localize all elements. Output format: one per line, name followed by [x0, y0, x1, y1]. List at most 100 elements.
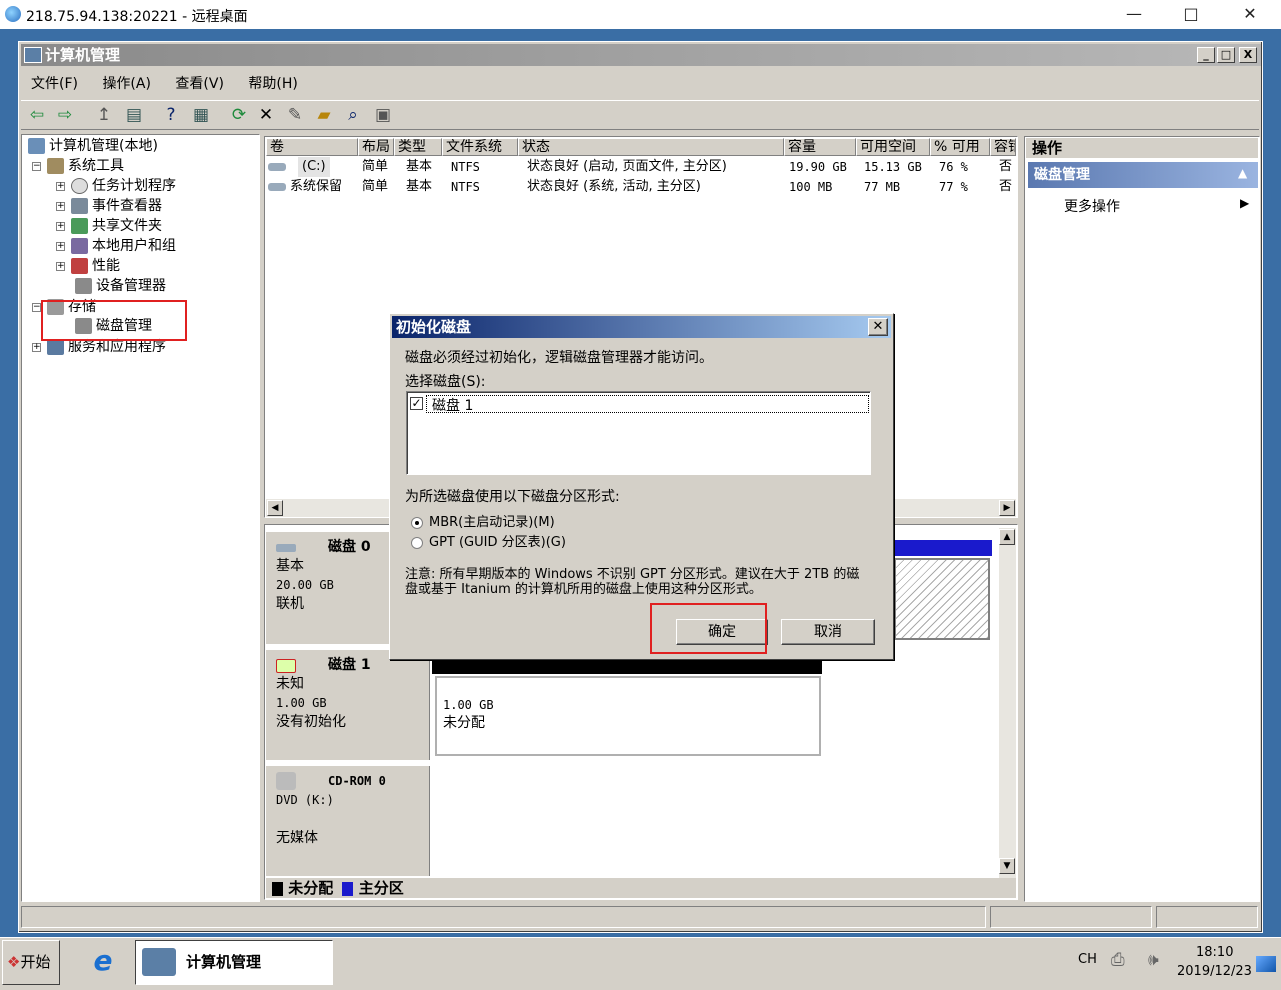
cdrom-status: 无媒体 [276, 830, 318, 846]
scroll-right-icon[interactable]: ▶ [999, 500, 1015, 516]
scroll-left-icon[interactable]: ◀ [267, 500, 283, 516]
cancel-button[interactable]: 取消 [781, 619, 875, 645]
language-indicator[interactable]: CH [1078, 952, 1097, 967]
cdrom-label[interactable]: CD-ROM 0 DVD (K:) 无媒体 [266, 766, 430, 876]
col-status[interactable]: 状态 [518, 138, 784, 156]
disk1-partition[interactable]: 1.00 GB 未分配 [435, 676, 821, 756]
tree-root[interactable]: 计算机管理(本地) [28, 136, 158, 156]
menu-help[interactable]: 帮助(H) [238, 72, 307, 96]
cell-layout: 简单 [362, 179, 389, 194]
export-icon[interactable]: ▣ [372, 104, 394, 126]
event-viewer-icon [71, 198, 88, 214]
cell-fault: 否 [999, 159, 1013, 174]
dialog-close-button[interactable]: ✕ [868, 318, 888, 336]
status-bar-main [21, 906, 986, 928]
dialog-message: 磁盘必须经过初始化，逻辑磁盘管理器才能访问。 [405, 350, 713, 366]
dialog-note: 注意: 所有早期版本的 Windows 不识别 GPT 分区形式。建议在大于 2… [405, 567, 860, 597]
scroll-down-icon[interactable]: ▼ [999, 858, 1015, 874]
tree-shared-folders[interactable]: + 共享文件夹 [56, 216, 162, 236]
help-icon[interactable]: ? [160, 104, 182, 126]
volume-icon [268, 163, 286, 171]
show-tree-icon[interactable]: ▤ [123, 104, 145, 126]
tree-performance[interactable]: + 性能 [56, 256, 120, 276]
tree-local-users[interactable]: + 本地用户和组 [56, 236, 176, 256]
col-filesystem[interactable]: 文件系统 [442, 138, 518, 156]
col-percent-free[interactable]: % 可用 [930, 138, 990, 156]
properties-icon[interactable]: ▦ [190, 104, 212, 126]
expand-icon[interactable]: + [56, 201, 65, 211]
maximize-button[interactable]: □ [1217, 47, 1235, 63]
more-actions[interactable]: 更多操作 [1064, 196, 1120, 216]
remote-maximize-button[interactable]: □ [1177, 4, 1205, 24]
disk1-checkbox[interactable]: ✓ [410, 397, 423, 410]
radio-icon[interactable] [411, 536, 423, 549]
tree-event-viewer[interactable]: + 事件查看器 [56, 196, 162, 216]
minimize-button[interactable]: _ [1197, 47, 1215, 63]
col-fault-tolerance[interactable]: 容错 [990, 138, 1016, 156]
cell-volume[interactable]: (C:) [298, 157, 330, 177]
users-icon [71, 238, 88, 254]
disk0-partition[interactable] [894, 558, 990, 640]
expand-icon[interactable]: + [56, 181, 65, 191]
expand-icon[interactable]: + [32, 342, 41, 352]
cell-status: 状态良好 (系统, 活动, 主分区) [527, 179, 701, 194]
disk1-label[interactable]: 磁盘 1 未知 1.00 GB 没有初始化 [266, 650, 430, 760]
cell-volume[interactable]: 系统保留 [290, 177, 342, 197]
disk-icon [276, 544, 296, 552]
gpt-option[interactable]: GPT (GUID 分区表)(G) [411, 531, 566, 550]
disk1-size: 1.00 GB [276, 696, 327, 710]
expand-icon[interactable]: + [56, 221, 65, 231]
refresh-icon[interactable]: ⟳ [228, 104, 250, 126]
services-icon [47, 339, 64, 355]
remote-minimize-button[interactable]: — [1120, 4, 1148, 24]
windows-logo-icon: ❖ [7, 953, 21, 971]
radio-selected-icon[interactable] [411, 516, 423, 529]
menu-file[interactable]: 文件(F) [21, 72, 88, 96]
col-free[interactable]: 可用空间 [856, 138, 930, 156]
new-icon[interactable]: ✎ [284, 104, 306, 126]
cdrom-icon [276, 772, 296, 790]
clock-time: 18:10 [1196, 945, 1234, 960]
close-button[interactable]: X [1239, 47, 1257, 63]
ie-icon[interactable]: e [86, 944, 120, 978]
collapse-icon[interactable]: − [32, 302, 41, 312]
search-icon[interactable]: ⌕ [342, 104, 364, 126]
status-bar-section [1156, 906, 1258, 928]
actions-section[interactable]: 磁盘管理 [1028, 162, 1258, 188]
menu-view[interactable]: 查看(V) [165, 72, 234, 96]
remote-close-button[interactable]: ✕ [1236, 4, 1264, 24]
performance-icon [71, 258, 88, 274]
col-layout[interactable]: 布局 [358, 138, 394, 156]
tree-device-manager[interactable]: 设备管理器 [75, 276, 166, 296]
expand-icon[interactable]: + [56, 241, 65, 251]
dialog-title: 初始化磁盘 [392, 316, 891, 338]
col-volume[interactable]: 卷 [266, 138, 358, 156]
show-desktop-icon[interactable] [1256, 956, 1276, 972]
disk1-type: 未知 [276, 676, 304, 692]
disk-vscrollbar[interactable] [999, 528, 1016, 878]
open-folder-icon[interactable]: ▰ [313, 104, 335, 126]
volume-icon[interactable]: 🕪 [1148, 950, 1159, 970]
collapse-icon[interactable]: − [32, 161, 41, 171]
start-button[interactable]: ❖开始 [2, 940, 60, 985]
cdrom-type: DVD (K:) [276, 793, 334, 807]
collapse-section-icon[interactable]: ▲ [1238, 166, 1247, 180]
scroll-up-icon[interactable]: ▲ [999, 529, 1015, 545]
menu-action[interactable]: 操作(A) [92, 72, 161, 96]
actions-header: 操作 [1026, 138, 1258, 158]
tree-system-tools[interactable]: − 系统工具 [32, 156, 124, 176]
col-type[interactable]: 类型 [394, 138, 442, 156]
mbr-option[interactable]: MBR(主启动记录)(M) [411, 511, 555, 530]
up-icon[interactable]: ↥ [93, 104, 115, 126]
printer-icon[interactable]: ⎙ [1111, 950, 1125, 970]
col-capacity[interactable]: 容量 [784, 138, 856, 156]
back-icon[interactable]: ⇦ [26, 104, 48, 126]
expand-icon[interactable]: + [56, 261, 65, 271]
disk1-part-status: 未分配 [443, 715, 485, 731]
delete-icon[interactable]: ✕ [255, 104, 277, 126]
cell-filesystem: NTFS [451, 160, 480, 174]
tree-task-scheduler[interactable]: + 任务计划程序 [56, 176, 176, 196]
forward-icon[interactable]: ⇨ [54, 104, 76, 126]
disk-list-item[interactable]: 磁盘 1 [432, 395, 473, 415]
status-bar-section [990, 906, 1152, 928]
